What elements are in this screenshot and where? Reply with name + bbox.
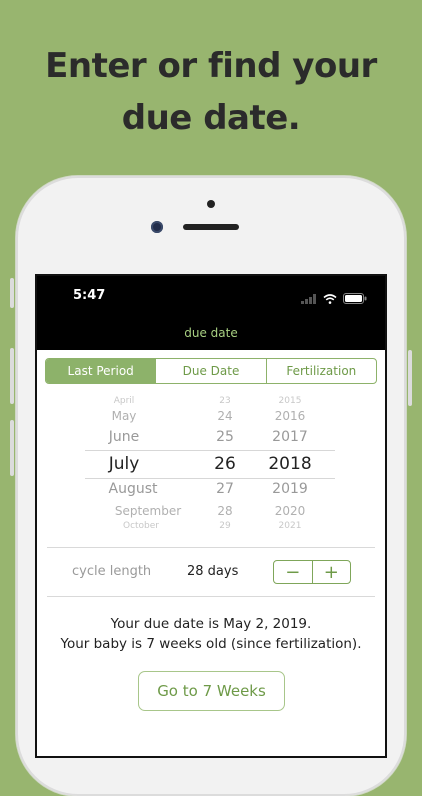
picker-month-selected[interactable]: July <box>109 454 140 474</box>
picker-year[interactable]: 2020 <box>275 504 306 518</box>
top-bar: 5:47 due date <box>37 276 385 350</box>
phone-camera <box>151 221 163 233</box>
result-text: Your due date is May 2, 2019. Your baby … <box>37 614 385 654</box>
picker-month[interactable]: May <box>112 409 137 423</box>
picker-selection-top <box>85 450 335 451</box>
tab-due-date[interactable]: Due Date <box>156 359 267 383</box>
picker-day[interactable]: 23 <box>219 396 230 406</box>
picker-day[interactable]: 28 <box>217 504 232 518</box>
picker-year-selected[interactable]: 2018 <box>268 454 311 474</box>
picker-day-selected[interactable]: 26 <box>214 454 236 474</box>
promo-headline: Enter or find your due date. <box>0 40 422 144</box>
status-icons <box>301 289 367 308</box>
picker-year[interactable]: 2015 <box>279 396 302 406</box>
phone-mute-switch <box>10 278 14 308</box>
decrement-button[interactable]: − <box>274 561 313 583</box>
headline-line-1: Enter or find your <box>45 46 377 86</box>
phone-sensor <box>207 200 215 208</box>
phone-volume-up <box>10 348 14 404</box>
cycle-length-value: 28 days <box>187 564 239 579</box>
go-to-week-button[interactable]: Go to 7 Weeks <box>138 671 285 711</box>
divider-bottom <box>47 596 375 597</box>
picker-day[interactable]: 27 <box>216 481 234 497</box>
date-picker[interactable]: April May June July August September Oct… <box>37 394 385 534</box>
picker-selection-bottom <box>85 478 335 479</box>
date-mode-tabs: Last Period Due Date Fertilization <box>45 358 377 384</box>
tab-last-period[interactable]: Last Period <box>46 359 157 383</box>
picker-month[interactable]: June <box>109 429 140 445</box>
tab-fertilization[interactable]: Fertilization <box>267 359 376 383</box>
battery-icon <box>343 289 367 308</box>
divider-top <box>47 547 375 548</box>
due-date-text: Your due date is May 2, 2019. <box>110 616 312 632</box>
phone-power-button <box>408 350 412 406</box>
picker-year[interactable]: 2017 <box>272 429 308 445</box>
picker-year[interactable]: 2019 <box>272 481 308 497</box>
picker-year[interactable]: 2021 <box>279 521 302 531</box>
headline-line-2: due date. <box>121 98 301 138</box>
picker-month[interactable]: September <box>115 504 181 518</box>
cycle-length-label: cycle length <box>72 564 152 579</box>
picker-month[interactable]: August <box>109 481 158 497</box>
screen-title: due date <box>184 326 238 340</box>
cycle-length-stepper: − + <box>273 560 351 584</box>
phone-volume-down <box>10 420 14 476</box>
picker-day[interactable]: 25 <box>216 429 234 445</box>
signal-icon <box>301 289 317 308</box>
status-time: 5:47 <box>73 288 106 303</box>
baby-age-text: Your baby is 7 weeks old (since fertiliz… <box>60 636 362 652</box>
phone-speaker <box>183 224 239 230</box>
picker-day[interactable]: 24 <box>217 409 232 423</box>
app-screen: 5:47 due date Last Period Due Date Ferti… <box>37 276 385 756</box>
picker-day[interactable]: 29 <box>219 521 230 531</box>
picker-month[interactable]: October <box>123 521 159 531</box>
increment-button[interactable]: + <box>313 561 351 583</box>
picker-month[interactable]: April <box>114 396 135 406</box>
wifi-icon <box>323 289 337 308</box>
picker-year[interactable]: 2016 <box>275 409 306 423</box>
